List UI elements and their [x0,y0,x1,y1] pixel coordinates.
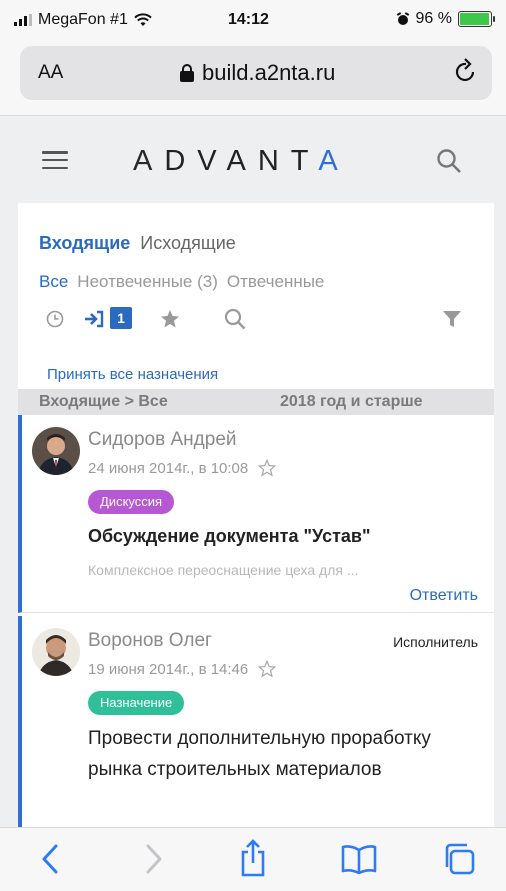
logo-letter: T [290,145,319,177]
tab-answered[interactable]: Отвеченные [227,272,325,292]
filter-toolbar: 1 [46,307,466,331]
forward-icon[interactable] [140,842,166,876]
tabs-icon[interactable] [442,842,476,876]
status-bar: MegaFon #1 14:12 96 % [0,0,506,42]
battery-percent: 96 % [415,10,452,27]
logo-letter: D [164,145,198,177]
avatar [32,427,80,475]
accept-all-link[interactable]: Принять все назначения [47,366,218,383]
carrier-group: MegaFon #1 [14,11,152,29]
address-bar[interactable]: AA build.a2nta.ru [20,46,492,100]
item-title[interactable]: Обсуждение документа "Устав" [88,526,488,547]
browser-toolbar: AA build.a2nta.ru [0,42,506,116]
inbox-card: Входящие Исходящие Все Неотвеченные (3) … [18,203,494,833]
list-item[interactable]: Воронов Олег Исполнитель 19 июня 2014г.,… [18,616,494,833]
incoming-count-badge[interactable]: 1 [110,307,132,329]
app-logo[interactable]: ADVANTA [133,145,350,178]
browser-bottom-toolbar [0,827,506,891]
breadcrumb: Входящие > Все 2018 год и старше [18,389,494,415]
role-label: Исполнитель [393,634,478,650]
star-outline-icon[interactable] [258,459,277,477]
search-icon[interactable] [224,308,246,330]
reload-icon[interactable] [454,58,478,84]
clock-icon[interactable] [46,310,64,328]
breadcrumb-path: Входящие > Все [39,393,168,410]
search-icon[interactable] [436,148,462,174]
star-icon[interactable] [160,309,180,329]
back-icon[interactable] [38,842,64,876]
reply-link[interactable]: Ответить [410,587,478,605]
item-date: 19 июня 2014г., в 14:46 [88,660,277,678]
avatar [32,628,80,676]
lock-icon [180,64,194,82]
share-icon[interactable] [238,838,268,878]
wifi-icon [134,13,152,26]
star-outline-icon[interactable] [258,660,277,678]
signal-icon [14,14,32,26]
filter-icon[interactable] [442,309,462,329]
clock: 14:12 [228,11,269,28]
battery-fill [460,13,489,25]
bookmarks-icon[interactable] [340,844,378,874]
text-size-button[interactable]: AA [38,62,63,84]
menu-icon[interactable] [42,151,68,169]
item-date: 24 июня 2014г., в 10:08 [88,459,277,477]
list-item[interactable]: Сидоров Андрей 24 июня 2014г., в 10:08 Д… [18,415,494,613]
logo-letter: A [226,145,258,177]
period-label[interactable]: 2018 год и старше [280,393,423,411]
tab-outgoing[interactable]: Исходящие [140,233,235,254]
item-title[interactable]: Провести дополнительную проработку рынка… [88,723,448,785]
battery-group: 96 % [396,10,495,28]
author-name: Воронов Олег [88,630,212,651]
address-domain[interactable]: build.a2nta.ru [180,60,335,86]
incoming-icon[interactable] [84,310,104,328]
alarm-icon [396,12,409,25]
tab-incoming[interactable]: Входящие [39,233,130,254]
battery-icon [458,11,495,27]
carrier-name: MegaFon #1 [38,11,128,28]
date-text: 19 июня 2014г., в 14:46 [88,660,249,678]
assignment-tag: Назначение [88,691,185,715]
tab-all[interactable]: Все [39,272,68,292]
domain-text: build.a2nta.ru [202,60,336,85]
logo-letter: A [318,145,350,177]
date-text: 24 июня 2014г., в 10:08 [88,459,249,477]
logo-letter: N [257,145,291,177]
tab-unanswered[interactable]: Неотвеченные (3) [77,272,218,292]
logo-letter: V [197,145,227,177]
author-name: Сидоров Андрей [88,429,237,450]
folder-tabs: Входящие Исходящие [39,233,236,254]
item-description: Комплексное переоснащение цеха для ... [88,562,359,578]
filter-tabs: Все Неотвеченные (3) Отвеченные [39,272,324,292]
logo-letter: A [133,145,165,177]
discussion-tag: Дискуссия [88,490,175,514]
app-header: ADVANTA [0,117,506,201]
